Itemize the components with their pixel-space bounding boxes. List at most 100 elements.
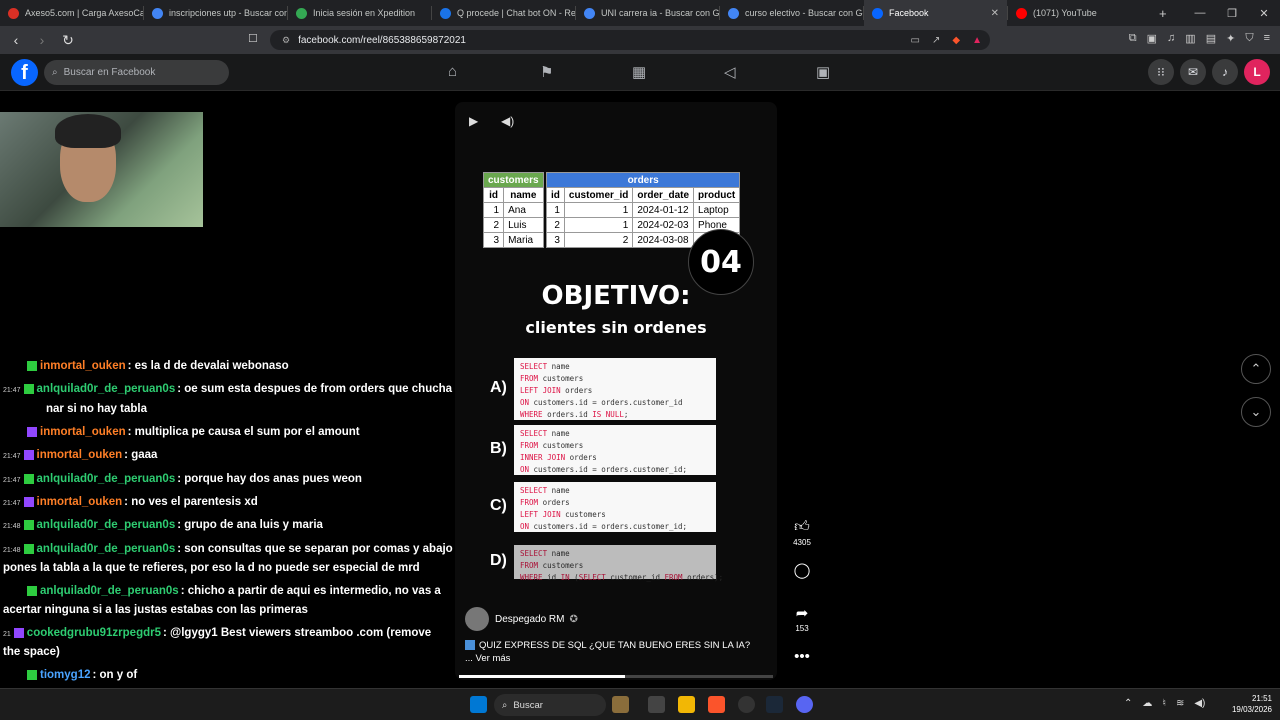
chat-message: inmortal_ouken: multiplica pe causa el s…: [3, 423, 360, 442]
table-header: product: [693, 187, 741, 203]
chevron-up-icon: ⌃: [1250, 361, 1262, 376]
extensions-icon[interactable]: ⧉: [1129, 32, 1137, 45]
brave-browser-icon[interactable]: [708, 696, 725, 713]
back-icon[interactable]: ‹: [6, 32, 26, 48]
table-cell: 2024-02-03: [632, 217, 695, 233]
notifications-bell-icon[interactable]: ♪: [1212, 59, 1238, 85]
sql-line: ON customers.id = orders.customer_id;: [520, 522, 688, 531]
chat-message: 21:48 anlquilad0r_de_peruan0s: grupo de a…: [3, 516, 323, 536]
address-bar-row: ‹ › ↻ ☐ ⚙ facebook.com/reel/865388659872…: [0, 26, 1280, 54]
reload-icon[interactable]: ↻: [58, 32, 78, 49]
new-tab-icon[interactable]: +: [1159, 6, 1167, 21]
browser-tab[interactable]: (1071) YouTube: [1008, 0, 1151, 26]
rewards-icon[interactable]: ▲: [972, 35, 982, 46]
table-row: 3 Maria: [482, 232, 544, 248]
option-label: B): [490, 440, 507, 457]
gaming-icon[interactable]: ▣: [816, 63, 830, 81]
forward-icon[interactable]: ›: [32, 32, 52, 48]
speaker-icon[interactable]: ◀): [1194, 698, 1205, 709]
browser-tab[interactable]: Axeso5.com | Carga AxesoCash: [0, 0, 143, 26]
tab-title: inscripciones utp - Buscar con: [169, 8, 287, 18]
author-avatar[interactable]: [465, 607, 489, 631]
close-window-icon[interactable]: ✕: [1248, 7, 1280, 20]
like-button[interactable]: 👍︎ 4305: [785, 518, 819, 547]
media-icon[interactable]: ♫: [1167, 32, 1175, 45]
screenshot-icon[interactable]: ▣: [1147, 32, 1157, 45]
steam-icon[interactable]: [766, 696, 783, 713]
avatar[interactable]: L: [1244, 59, 1270, 85]
marketplace-icon[interactable]: ▦: [632, 63, 646, 81]
microphone-icon[interactable]: ♮: [1162, 698, 1166, 709]
reel-progress-bar[interactable]: [459, 675, 773, 678]
taskbar-search[interactable]: ⌕ Buscar: [494, 694, 606, 716]
author-name[interactable]: Despegado RM: [495, 614, 564, 625]
volume-icon[interactable]: ◀): [501, 114, 514, 128]
table-cell: Luis: [503, 217, 544, 233]
clock[interactable]: 21:51 19/03/2026: [1232, 693, 1272, 715]
browser-tab[interactable]: Inicia sesión en Xpedition: [288, 0, 431, 26]
menu-icon[interactable]: ≡: [1264, 32, 1270, 45]
chat-text: : on y of: [92, 669, 138, 681]
apps-grid-icon[interactable]: ⁝⁝: [1148, 59, 1174, 85]
table-row: 1 Ana: [482, 202, 544, 218]
windows-start-icon[interactable]: [470, 696, 487, 713]
messenger-icon[interactable]: ✉: [1180, 59, 1206, 85]
brave-shield-icon[interactable]: ◆: [952, 35, 960, 46]
chevron-up-icon[interactable]: ⌃: [1124, 698, 1132, 709]
bookmark-icon[interactable]: ☐: [248, 32, 258, 45]
home-icon[interactable]: ⌂: [448, 63, 457, 80]
minimize-icon[interactable]: —: [1184, 7, 1216, 19]
obs-icon[interactable]: [738, 696, 755, 713]
network-icon[interactable]: ☁: [1142, 698, 1152, 709]
tab-favicon-icon: [8, 7, 19, 19]
maximize-icon[interactable]: ❐: [1216, 7, 1248, 20]
thumbs-up-icon: 👍︎: [794, 518, 810, 535]
browser-tab[interactable]: curso electivo - Buscar con Go: [720, 0, 863, 26]
next-reel-button[interactable]: ⌄: [1241, 397, 1271, 427]
widget-icon[interactable]: [612, 696, 629, 713]
facebook-logo-icon[interactable]: f: [11, 59, 38, 86]
play-icon[interactable]: ▶: [469, 114, 478, 128]
table-cell: Ana: [503, 202, 544, 218]
wallet-icon[interactable]: ▤: [1206, 32, 1216, 45]
discord-icon[interactable]: [796, 696, 813, 713]
see-more-link[interactable]: ... Ver más: [465, 653, 510, 664]
chat-username: cookedgrubu91zrpegdr5: [26, 627, 161, 639]
browser-tab[interactable]: Q procede | Chat bot ON - Res: [432, 0, 575, 26]
task-view-icon[interactable]: [648, 696, 665, 713]
site-info-icon[interactable]: ⚙: [282, 35, 290, 46]
sql-option-b: SELECT name FROM customers INNER JOIN orde…: [514, 425, 716, 475]
comment-button[interactable]: ◯: [785, 561, 819, 579]
previous-reel-button[interactable]: ⌃: [1241, 354, 1271, 384]
tab-title: Axeso5.com | Carga AxesoCash: [25, 8, 143, 18]
badge-icon: [27, 669, 37, 680]
leo-icon[interactable]: ✦: [1226, 32, 1235, 45]
share-button[interactable]: ➦ 153: [785, 604, 819, 633]
browser-tab[interactable]: UNI carrera ia - Buscar con Go: [576, 0, 719, 26]
ads-megaphone-icon[interactable]: ◁: [724, 63, 736, 81]
table-cell: Maria: [503, 232, 544, 248]
sidebar-icon[interactable]: ▥: [1185, 32, 1195, 45]
chat-message: 21 cookedgrubu91zrpegdr5: @lgygy1 Best vi…: [3, 624, 431, 644]
sql-line: WHERE id IN (SELECT customer_id FROM ord…: [520, 573, 724, 582]
file-explorer-icon[interactable]: [678, 696, 695, 713]
wifi-icon[interactable]: ≋: [1176, 698, 1184, 709]
table-cell: 2024-01-12: [632, 202, 695, 218]
close-tab-icon[interactable]: ✕: [991, 8, 999, 19]
more-dots-icon: •••: [794, 648, 810, 665]
facebook-search-input[interactable]: ⌕ Buscar en Facebook: [44, 60, 229, 85]
chat-text: acertar ninguna si a las justas estabas …: [3, 604, 308, 616]
tab-title: (1071) YouTube: [1033, 8, 1097, 18]
browser-tab[interactable]: inscripciones utp - Buscar con: [144, 0, 287, 26]
vpn-icon[interactable]: ⛉: [1245, 32, 1253, 45]
browser-tab[interactable]: Facebook ✕: [864, 0, 1007, 26]
pages-flag-icon[interactable]: ⚑: [540, 63, 553, 81]
share-icon[interactable]: ↗: [932, 35, 940, 46]
gear-icon[interactable]: ✪: [569, 614, 577, 625]
sql-line: LEFT JOIN customers: [520, 510, 606, 519]
reel-author[interactable]: Despegado RM ✪: [465, 607, 578, 631]
url-field[interactable]: ⚙ facebook.com/reel/865388659872021 ▭ ↗ …: [270, 30, 990, 50]
search-icon: ⌕: [52, 67, 58, 78]
more-options-button[interactable]: •••: [785, 648, 819, 665]
install-icon[interactable]: ▭: [911, 35, 920, 46]
